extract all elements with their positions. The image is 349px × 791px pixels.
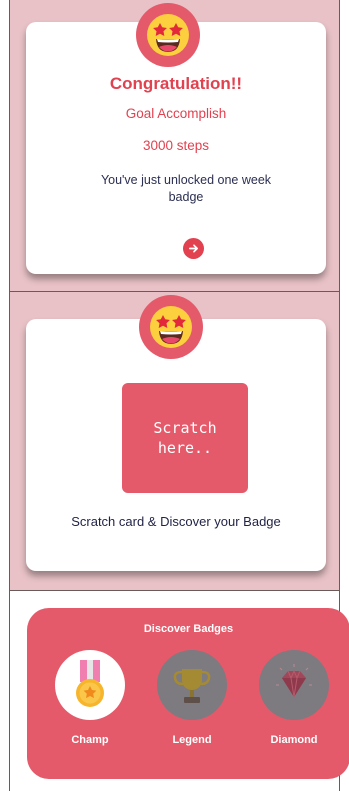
badge-label-legend: Legend (172, 734, 212, 746)
diamond-icon (276, 664, 312, 698)
scratch-here-text: Scratch here.. (153, 419, 217, 457)
badges-title: Discover Badges (143, 623, 234, 635)
scratch-caption: Scratch card & Discover your Badge (71, 514, 281, 529)
discover-badges-card: Discover Badges Champ Legend Diamond (27, 608, 349, 779)
badges-panel: Discover Badges Champ Legend Diamond (9, 590, 349, 791)
star-eyes-emoji-icon (139, 295, 203, 359)
steps-count: 3000 steps (142, 138, 210, 153)
badge-champ[interactable] (55, 650, 125, 720)
badge-label-diamond: Diamond (270, 734, 318, 746)
scratch-area[interactable]: Scratch here.. (122, 383, 248, 493)
badge-diamond[interactable] (259, 650, 329, 720)
badge-legend[interactable] (157, 650, 227, 720)
trophy-icon (173, 669, 211, 703)
congrats-title: Congratulation!! (109, 74, 243, 93)
next-button[interactable] (183, 238, 204, 259)
star-eyes-emoji-icon (136, 3, 200, 67)
medal-icon (76, 660, 104, 707)
goal-subtitle: Goal Accomplish (125, 106, 227, 121)
unlock-message: You've just unlocked one week badge (100, 173, 272, 204)
arrow-right-icon (189, 244, 198, 253)
badge-label-champ: Champ (71, 734, 109, 746)
